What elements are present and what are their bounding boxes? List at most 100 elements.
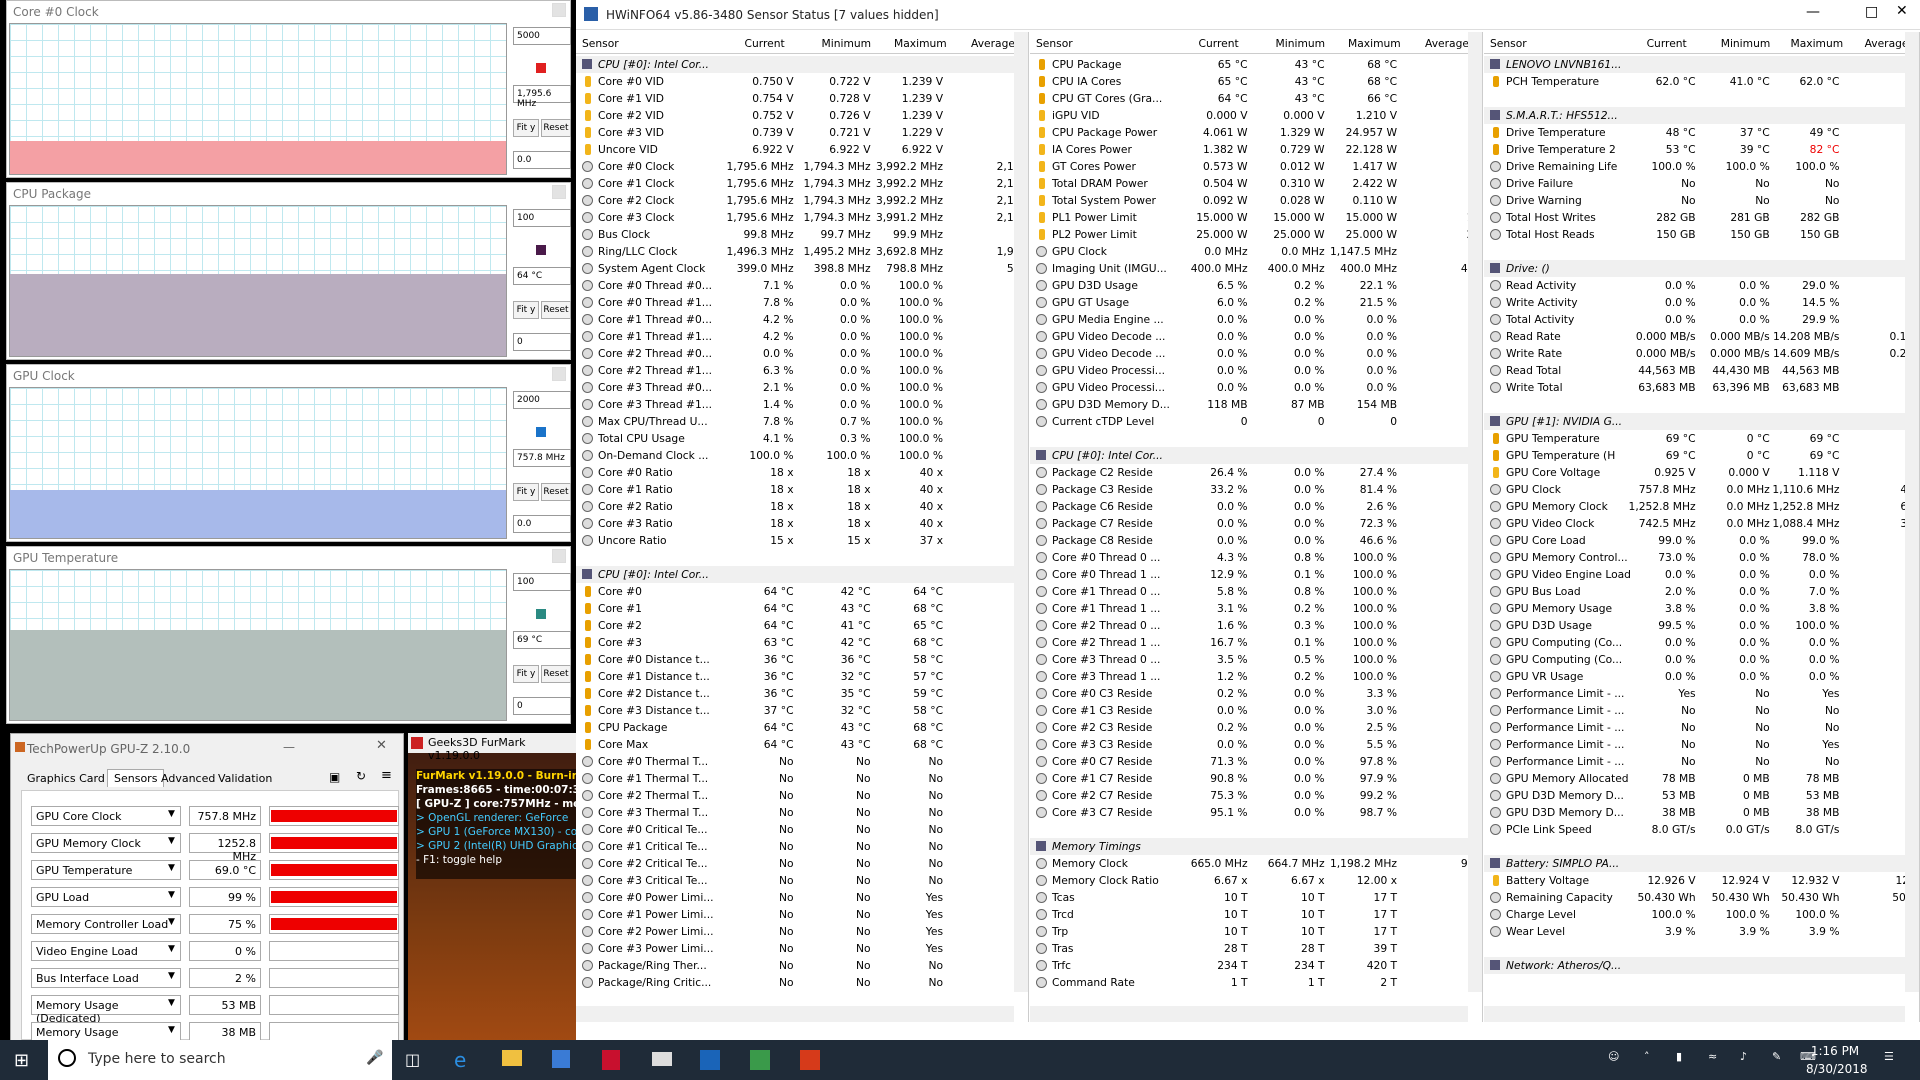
sensor-row[interactable]: Core #0 Clock 1,795.6 MHz 1,794.3 MHz 3,992…	[576, 158, 1028, 175]
sensor-row[interactable]: Write Total 63,683 MB 63,396 MB 63,683 MB	[1484, 379, 1919, 396]
sensor-row[interactable]	[1030, 430, 1482, 447]
sensor-row[interactable]: Total Host Writes 282 GB 281 GB 282 GB	[1484, 209, 1919, 226]
sensor-row[interactable]: PCIe Link Speed8.0 GT/s0.0 GT/s8.0 GT/s4…	[1484, 821, 1919, 838]
close-icon[interactable]: ✕	[376, 738, 387, 753]
sensor-row[interactable]	[1484, 396, 1919, 413]
sensor-row[interactable]: Total Host Reads 150 GB 150 GB 150 GB	[1484, 226, 1919, 243]
horizontal-scrollbar[interactable]	[1484, 1006, 1905, 1022]
sensor-row[interactable]: Package C6 Reside0.0 %0.0 %2.6 %0.1	[1030, 498, 1482, 515]
sensor-row[interactable]: Core #1 Thermal T... No No No	[576, 770, 1028, 787]
sensor-row[interactable]: PL1 Power Limit15.000 W15.000 W15.000 W1…	[1030, 209, 1482, 226]
minimize-icon[interactable]: —	[283, 740, 295, 754]
sensor-row[interactable]: Core #0 Critical Te... No No No	[576, 821, 1028, 838]
sensor-row[interactable]: Remaining Capacity 50.430 Wh 50.430 Wh 50.4…	[1484, 889, 1919, 906]
sensor-row[interactable]: GPU Memory Control...73.0 %0.0 %78.0 %33…	[1484, 549, 1919, 566]
sensor-row[interactable]: Core #264 °C41 °C65 °C57	[576, 617, 1028, 634]
fit-y-button[interactable]: Fit y	[513, 301, 539, 319]
sensor-row[interactable]: CPU Package Power4.061 W1.329 W24.957 W7…	[1030, 124, 1482, 141]
fit-y-button[interactable]: Fit y	[513, 483, 539, 501]
sensor-row[interactable]: Bus Clock99.8 MHz99.7 MHz99.9 MHz99.8 M	[576, 226, 1028, 243]
graph-max-field[interactable]: 5000	[513, 27, 571, 45]
sensor-row[interactable]: Drive Failure No No No	[1484, 175, 1919, 192]
microphone-icon[interactable]: 🎤	[366, 1050, 383, 1066]
sensor-row[interactable]: CPU Package64 °C43 °C68 °C59	[576, 719, 1028, 736]
sensor-row[interactable]: Core #3 C3 Reside0.0 %0.0 %5.5 %0.2	[1030, 736, 1482, 753]
sensor-row[interactable]: GPU Video Clock 742.5 MHz 0.0 MHz 1,088.4 M…	[1484, 515, 1919, 532]
sensor-row[interactable]	[1030, 821, 1482, 838]
sensor-row[interactable]: Charge Level100.0 %100.0 %100.0 %100.0	[1484, 906, 1919, 923]
sensor-row[interactable]: Core #3 Clock 1,795.6 MHz 1,794.3 MHz 3,991…	[576, 209, 1028, 226]
sensor-row[interactable]: Command Rate 1 T 1 T 2 T	[1030, 974, 1482, 991]
sensor-row[interactable]: Package C2 Reside26.4 %0.0 %27.4 %12.4	[1030, 464, 1482, 481]
sensor-row[interactable]: Drive Remaining Life 100.0 % 100.0 % 100.0 …	[1484, 158, 1919, 175]
sensor-row[interactable]: Core #2 C3 Reside0.2 %0.0 %2.5 %0.2	[1030, 719, 1482, 736]
graph-color-swatch[interactable]	[536, 609, 546, 619]
maximize-icon[interactable]: □	[1865, 4, 1878, 20]
sensor-row[interactable]: Core #0 Thread 0 ...4.3 %0.8 %100.0 %40.…	[1030, 549, 1482, 566]
sensor-row[interactable]: Trfc 234 T 234 T 420 T	[1030, 957, 1482, 974]
graph-min-field[interactable]: 0	[513, 333, 571, 351]
sensor-row[interactable]: Core #2 Thermal T... No No No	[576, 787, 1028, 804]
sensor-row[interactable]: Core #2 Thread #1...6.3 %0.0 %100.0 %42.…	[576, 362, 1028, 379]
sensor-row[interactable]: Total DRAM Power0.504 W0.310 W2.422 W1.0…	[1030, 175, 1482, 192]
sensor-row[interactable]: Memory Clock Ratio6.67 x6.67 x12.00 x9.5…	[1030, 872, 1482, 889]
gpuz-sensor-label[interactable]: Memory Usage (Dedicated)	[31, 995, 181, 1025]
reset-button[interactable]: Reset	[541, 301, 571, 319]
graph-max-field[interactable]: 2000	[513, 391, 571, 409]
close-icon[interactable]	[552, 367, 566, 381]
sensor-row[interactable]: Core #3 Thread #0...2.1 %0.0 %100.0 %38.…	[576, 379, 1028, 396]
sensor-row[interactable]: GPU Bus Load2.0 %0.0 %7.0 %1.5	[1484, 583, 1919, 600]
sensor-group[interactable]: GPU [#1]: NVIDIA G...	[1484, 413, 1919, 430]
chevron-down-icon[interactable]: ▼	[168, 809, 175, 819]
chevron-down-icon[interactable]: ▼	[168, 917, 175, 927]
sensor-row[interactable]: Core #0 Thread 1 ...12.9 %0.1 %100.0 %42…	[1030, 566, 1482, 583]
vertical-scrollbar[interactable]	[1905, 32, 1919, 992]
sensor-row[interactable]: Tcas 10 T 10 T 17 T	[1030, 889, 1482, 906]
sensor-row[interactable]: iGPU VID0.000 V0.000 V1.210 V0.068	[1030, 107, 1482, 124]
clock-time[interactable]: 1:16 PM	[1810, 1044, 1860, 1058]
header-current[interactable]: Current	[1199, 37, 1239, 50]
sensor-row[interactable]: Drive Temperature48 °C37 °C49 °C42	[1484, 124, 1919, 141]
gpuz-sensor-label[interactable]: Video Engine Load	[31, 941, 181, 961]
chevron-down-icon[interactable]: ▼	[168, 944, 175, 954]
sensor-row[interactable]: GPU Computing (Co...0.0 %0.0 %0.0 %0.0	[1484, 634, 1919, 651]
sensor-row[interactable]: CPU GT Cores (Gra...64 °C43 °C66 °C56	[1030, 90, 1482, 107]
sensor-row[interactable]: Imaging Unit (IMGU... 400.0 MHz 400.0 MHz 4…	[1030, 260, 1482, 277]
header-minimum[interactable]: Minimum	[822, 37, 872, 50]
sensor-row[interactable]: Core #1 Critical Te... No No No	[576, 838, 1028, 855]
close-icon[interactable]	[552, 549, 566, 563]
header-current[interactable]: Current	[1647, 37, 1687, 50]
sensor-row[interactable]: Core #3 Thread #1...1.4 %0.0 %100.0 %38.…	[576, 396, 1028, 413]
horizontal-scrollbar[interactable]	[576, 1006, 1014, 1022]
fit-y-button[interactable]: Fit y	[513, 665, 539, 683]
chevron-up-icon[interactable]: ˄	[1644, 1050, 1650, 1063]
sensor-row[interactable]: CPU Package65 °C43 °C68 °C59	[1030, 56, 1482, 73]
graph-color-swatch[interactable]	[536, 245, 546, 255]
header-maximum[interactable]: Maximum	[1348, 37, 1401, 50]
sensor-row[interactable]: Core #3 Power Limi... No No Yes	[576, 940, 1028, 957]
sensor-row[interactable]: Core #2 Clock 1,795.6 MHz 1,794.3 MHz 3,992…	[576, 192, 1028, 209]
sensor-row[interactable]: Drive Warning No No No	[1484, 192, 1919, 209]
sensor-row[interactable]: Ring/LLC Clock 1,496.3 MHz 1,495.2 MHz 3,69…	[576, 243, 1028, 260]
wifi-icon[interactable]: ≈	[1708, 1050, 1717, 1063]
sensor-row[interactable]: Performance Limit - ...NoNoNoN	[1484, 702, 1919, 719]
fit-y-button[interactable]: Fit y	[513, 119, 539, 137]
sensor-row[interactable]: Core #2 Thread 1 ...16.7 %0.1 %100.0 %44…	[1030, 634, 1482, 651]
sensor-row[interactable]: Core #2 C7 Reside75.3 %0.0 %99.2 %50.0	[1030, 787, 1482, 804]
sensor-row[interactable]: Core #2 Thread 0 ...1.6 %0.3 %100.0 %38.…	[1030, 617, 1482, 634]
sensor-row[interactable]: Total CPU Usage4.1 %0.3 %100.0 %39.2	[576, 430, 1028, 447]
sensor-row[interactable]: Core #0 VID0.750 V0.722 V1.239 V0.821	[576, 73, 1028, 90]
header-average[interactable]: Average	[971, 37, 1015, 50]
sensor-row[interactable]: Core #2 Thread #0...0.0 %0.0 %100.0 %37.…	[576, 345, 1028, 362]
sensor-row[interactable]: GPU Memory Usage3.8 %0.0 %3.8 %2.4	[1484, 600, 1919, 617]
sensor-row[interactable]: GPU D3D Memory D...38 MB0 MB38 MB17 M	[1484, 804, 1919, 821]
header-sensor[interactable]: Sensor	[1490, 37, 1527, 50]
sensor-row[interactable]	[1484, 90, 1919, 107]
sensor-row[interactable]: GPU Core Load99.0 %0.0 %99.0 %44.5	[1484, 532, 1919, 549]
reset-button[interactable]: Reset	[541, 483, 571, 501]
mail-icon[interactable]	[652, 1052, 672, 1066]
graph-max-field[interactable]: 100	[513, 209, 571, 227]
sensor-row[interactable]: GPU D3D Memory D...53 MB0 MB53 MB24 M	[1484, 787, 1919, 804]
sensor-row[interactable]: GPU Memory Allocated78 MB0 MB78 MB40 M	[1484, 770, 1919, 787]
sensor-row[interactable]: Core #1 Thread #0...4.2 %0.0 %100.0 %40.…	[576, 311, 1028, 328]
